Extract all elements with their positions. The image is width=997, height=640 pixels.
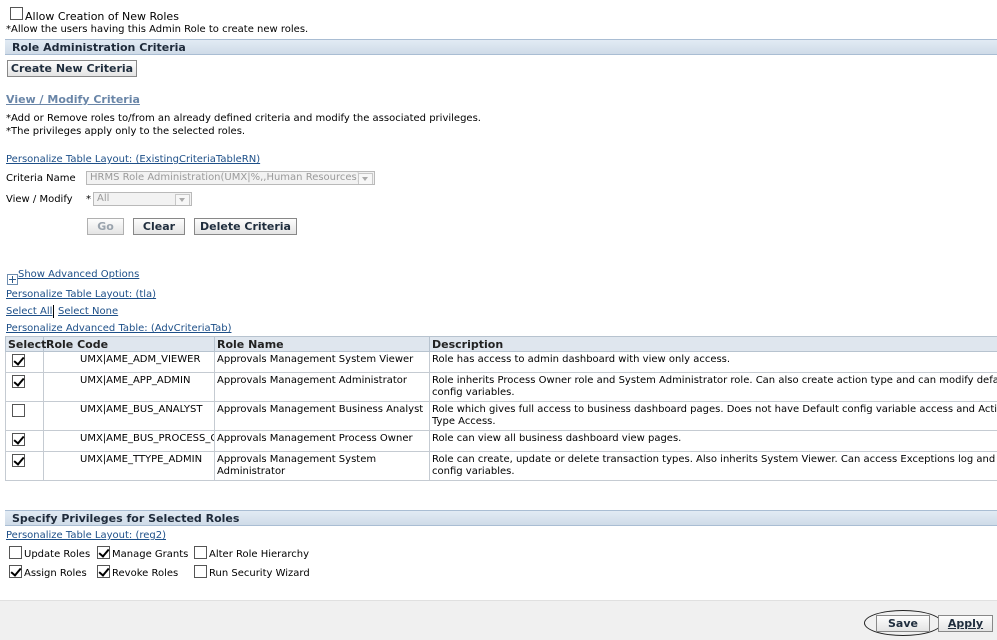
description-cell: Role inherits Process Owner role and Sys…: [430, 373, 997, 402]
select-all-link[interactable]: Select All: [6, 306, 52, 317]
roles-table: Select Role Code Role Name Description U…: [5, 336, 997, 481]
required-marker: *: [86, 194, 91, 205]
table-header-row: Select Role Code Role Name Description: [6, 337, 997, 352]
apply-button[interactable]: Apply: [938, 615, 993, 632]
role-name-cell: Approvals Management System Administrato…: [215, 452, 430, 481]
view-modify-criteria-heading[interactable]: View / Modify Criteria: [6, 93, 140, 106]
expand-plus-icon[interactable]: [7, 274, 18, 285]
role-code-cell: UMX|AME_BUS_ANALYST: [44, 402, 215, 431]
footer-bar: [0, 600, 997, 640]
row-select-cell: [6, 352, 44, 373]
row-select-checkbox[interactable]: [12, 433, 25, 446]
row-select-cell: [6, 373, 44, 402]
table-row: UMX|AME_ADM_VIEWERApprovals Management S…: [6, 352, 997, 373]
delete-criteria-button[interactable]: Delete Criteria: [194, 218, 297, 235]
manage-grants-label: Manage Grants: [112, 549, 188, 560]
revoke-roles-label: Revoke Roles: [112, 568, 178, 579]
row-select-checkbox[interactable]: [12, 375, 25, 388]
description-cell: Role can view all business dashboard vie…: [430, 431, 997, 452]
role-admin-criteria-header: Role Administration Criteria: [5, 39, 997, 55]
personalize-tla-link[interactable]: Personalize Table Layout: (tla): [6, 289, 156, 300]
row-select-checkbox[interactable]: [12, 454, 25, 467]
description-cell: Role can create, update or delete transa…: [430, 452, 997, 481]
run-security-wizard-label: Run Security Wizard: [209, 568, 310, 579]
criteria-name-label: Criteria Name: [6, 173, 76, 184]
table-row: UMX|AME_BUS_PROCESS_OWNERApprovals Manag…: [6, 431, 997, 452]
go-button[interactable]: Go: [87, 218, 124, 235]
table-row: UMX|AME_TTYPE_ADMINApprovals Management …: [6, 452, 997, 481]
role-name-cell: Approvals Management Process Owner: [215, 431, 430, 452]
update-roles-checkbox[interactable]: [9, 546, 22, 559]
view-modify-select[interactable]: All: [93, 192, 192, 206]
save-button[interactable]: Save: [876, 615, 930, 632]
personalize-existing-criteria-link[interactable]: Personalize Table Layout: (ExistingCrite…: [6, 154, 260, 165]
table-row: UMX|AME_APP_ADMINApprovals Management Ad…: [6, 373, 997, 402]
role-name-cell: Approvals Management System Viewer: [215, 352, 430, 373]
role-name-cell: Approvals Management Administrator: [215, 373, 430, 402]
allow-creation-hint: *Allow the users having this Admin Role …: [6, 24, 308, 35]
create-new-criteria-button[interactable]: Create New Criteria: [7, 60, 137, 77]
alter-role-hierarchy-label: Alter Role Hierarchy: [209, 549, 309, 560]
header-select: Select: [6, 337, 44, 352]
role-code-cell: UMX|AME_ADM_VIEWER: [44, 352, 215, 373]
run-security-wizard-checkbox[interactable]: [194, 565, 207, 578]
plus-v: [12, 276, 13, 283]
row-select-cell: [6, 452, 44, 481]
manage-grants-checkbox[interactable]: [97, 546, 110, 559]
row-select-cell: [6, 402, 44, 431]
assign-roles-checkbox[interactable]: [9, 565, 22, 578]
personalize-reg2-link[interactable]: Personalize Table Layout: (reg2): [6, 530, 166, 541]
criteria-name-select[interactable]: HRMS Role Administration(UMX|%,,Human Re…: [86, 171, 375, 185]
select-none-link[interactable]: Select None: [58, 306, 118, 317]
criteria-hint-1: *Add or Remove roles to/from an already …: [6, 113, 481, 124]
alter-role-hierarchy-checkbox[interactable]: [194, 546, 207, 559]
role-code-cell: UMX|AME_TTYPE_ADMIN: [44, 452, 215, 481]
privileges-header: Specify Privileges for Selected Roles: [5, 510, 997, 526]
table-row: UMX|AME_BUS_ANALYSTApprovals Management …: [6, 402, 997, 431]
role-name-cell: Approvals Management Business Analyst: [215, 402, 430, 431]
description-cell: Role has access to admin dashboard with …: [430, 352, 997, 373]
header-description: Description: [430, 337, 997, 352]
select-divider: [53, 305, 54, 318]
show-advanced-options-link[interactable]: Show Advanced Options: [18, 269, 139, 280]
allow-creation-checkbox[interactable]: [10, 7, 23, 20]
row-select-checkbox[interactable]: [12, 404, 25, 417]
description-cell: Role which gives full access to business…: [430, 402, 997, 431]
role-code-cell: UMX|AME_BUS_PROCESS_OWNER: [44, 431, 215, 452]
row-select-cell: [6, 431, 44, 452]
view-modify-value: All: [97, 193, 109, 204]
role-code-cell: UMX|AME_APP_ADMIN: [44, 373, 215, 402]
update-roles-label: Update Roles: [24, 549, 90, 560]
personalize-adv-table-link[interactable]: Personalize Advanced Table: (AdvCriteria…: [6, 323, 231, 334]
chevron-down-icon: [175, 194, 190, 206]
row-select-checkbox[interactable]: [12, 354, 25, 367]
view-modify-label: View / Modify: [6, 194, 73, 205]
revoke-roles-checkbox[interactable]: [97, 565, 110, 578]
header-role-name: Role Name: [215, 337, 430, 352]
chevron-down-icon: [358, 173, 373, 185]
clear-button[interactable]: Clear: [133, 218, 185, 235]
allow-creation-label: Allow Creation of New Roles: [25, 10, 179, 23]
criteria-hint-2: *The privileges apply only to the select…: [6, 126, 245, 137]
criteria-name-value: HRMS Role Administration(UMX|%,,Human Re…: [90, 172, 361, 183]
header-role-code: Role Code: [44, 337, 215, 352]
assign-roles-label: Assign Roles: [24, 568, 87, 579]
